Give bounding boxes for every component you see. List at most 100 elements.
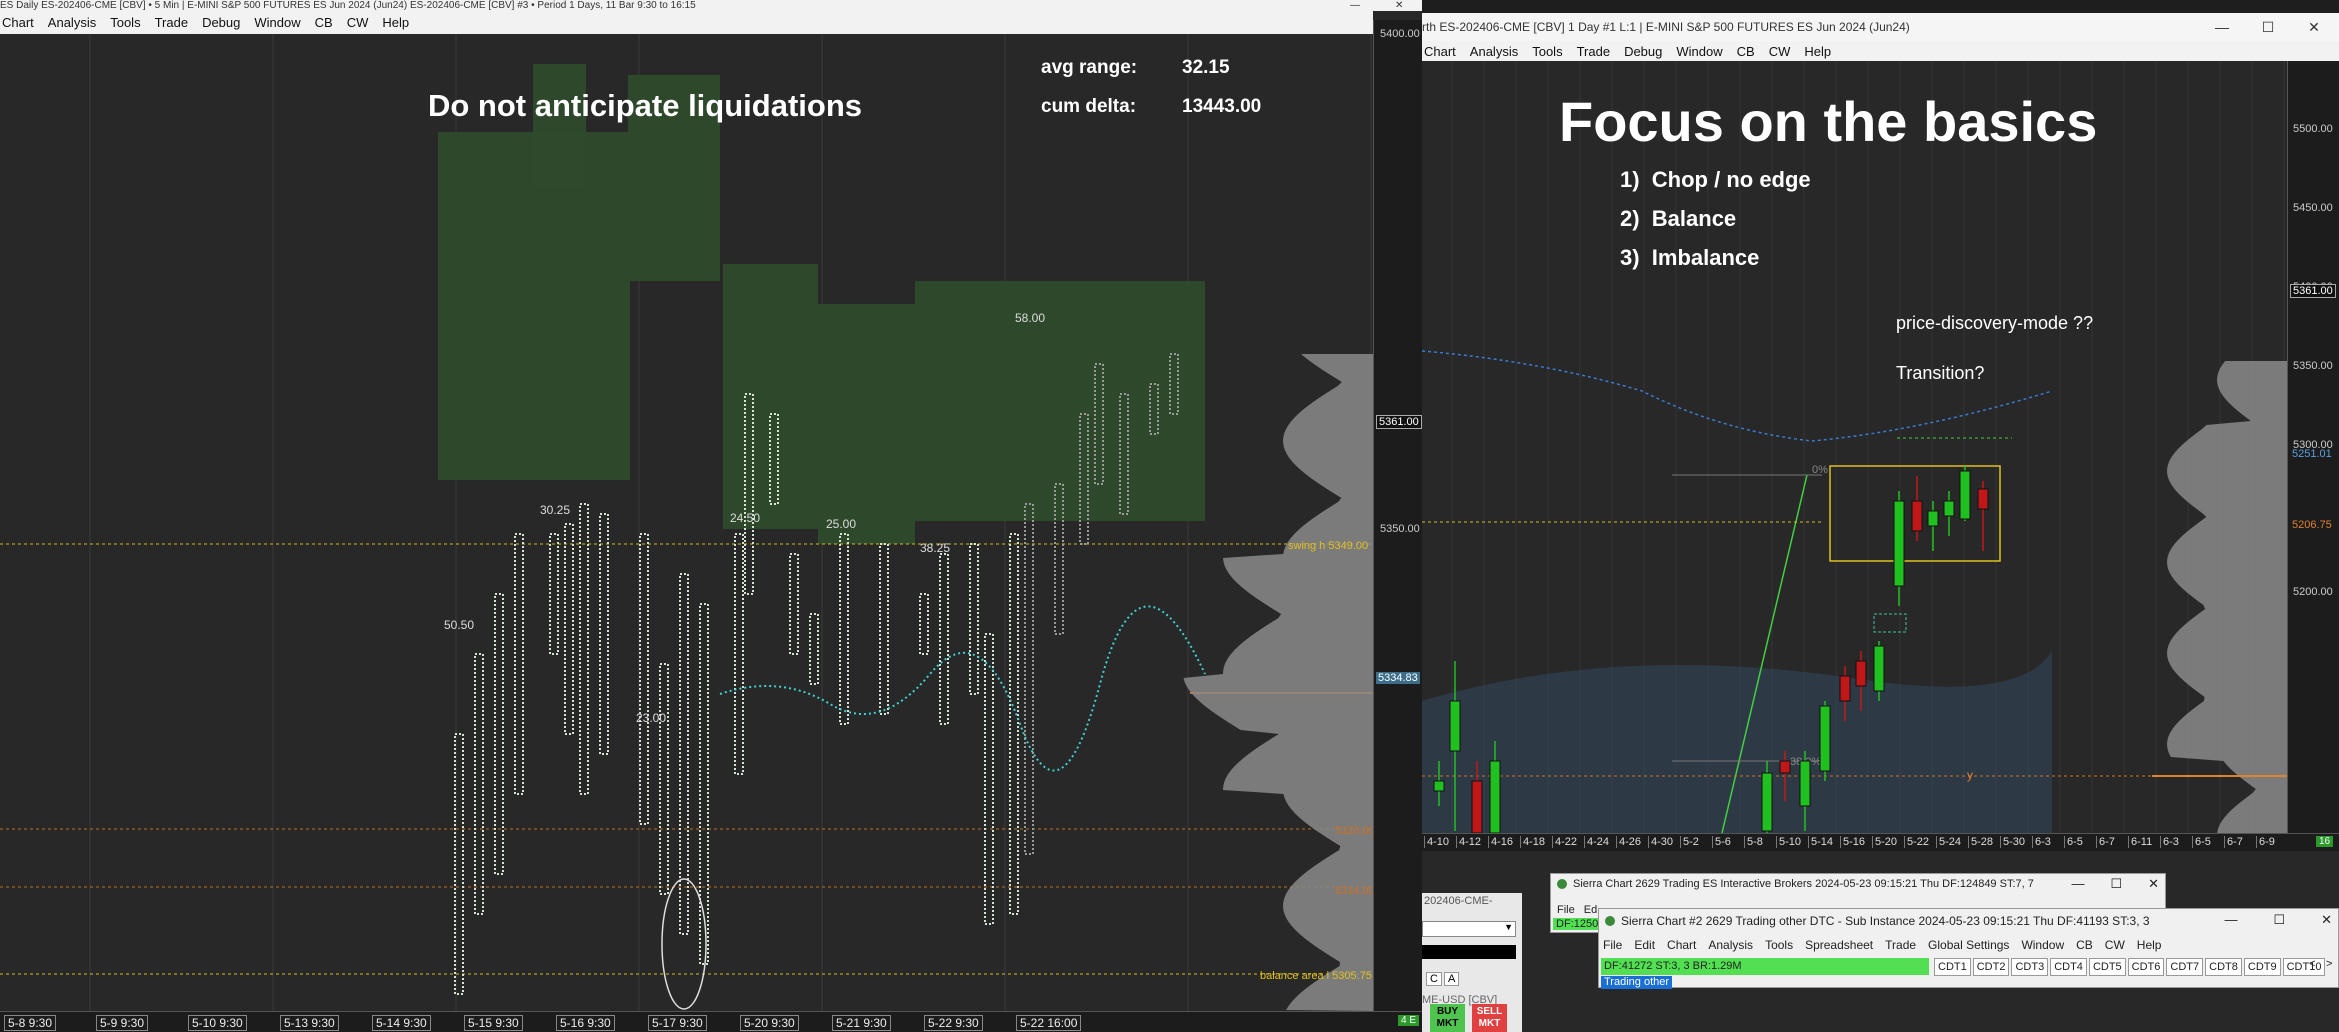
- menu-tools[interactable]: Tools: [1765, 938, 1793, 952]
- range-label: 58.00: [1015, 311, 1045, 325]
- close-icon[interactable]: ✕: [1395, 0, 1403, 11]
- sierra-logo-icon: [1605, 916, 1615, 926]
- left-chart-area[interactable]: 50.50 30.25 23.00 24.50 25.00 38.25 58.00 swing…: [0, 34, 1373, 1011]
- time-tick: 4-18: [1520, 836, 1545, 848]
- balance-zone: [818, 304, 915, 544]
- cdt-button-2[interactable]: CDT2: [1972, 958, 2010, 976]
- c-button[interactable]: C: [1426, 972, 1442, 986]
- cdt-button-3[interactable]: CDT3: [2011, 958, 2049, 976]
- menu-spreadsheet[interactable]: Spreadsheet: [1805, 938, 1873, 952]
- right-price-axis[interactable]: 5500.005450.005400.005350.005300.005200.…: [2287, 61, 2339, 833]
- menu-analysis[interactable]: Analysis: [1470, 44, 1518, 59]
- right-time-axis[interactable]: 4-10 4-12 4-16 4-18 4-22 4-24 4-26 4-30 5-2 5-6 5-…: [1422, 833, 2339, 851]
- menu-trade[interactable]: Trade: [1577, 44, 1610, 59]
- close-icon[interactable]: ✕: [2291, 13, 2337, 41]
- menu-cb[interactable]: CB: [315, 15, 333, 30]
- menu-cb[interactable]: CB: [1737, 44, 1755, 59]
- time-tick: 5-8 9:30: [4, 1015, 57, 1031]
- menu-debug[interactable]: Debug: [1624, 44, 1662, 59]
- candle-body: [1799, 760, 1811, 807]
- cdt-button-10[interactable]: CDT10: [2282, 958, 2326, 976]
- menu-chart[interactable]: Chart: [1667, 938, 1696, 952]
- sub-instance-window: Sierra Chart #2 2629 Trading other DTC -…: [1598, 908, 2339, 989]
- menu-window[interactable]: Window: [254, 15, 300, 30]
- buy-market-button[interactable]: BUY MKT: [1430, 1004, 1465, 1032]
- close-icon[interactable]: ✕: [2148, 876, 2159, 892]
- minimize-icon[interactable]: —: [2071, 876, 2084, 892]
- left-window-title: ES Daily ES-202406-CME [CBV] • 5 Min | E…: [0, 0, 1422, 11]
- maximize-icon[interactable]: ☐: [2273, 912, 2285, 928]
- right-chart-area[interactable]: 0%38.2%y Focus on the basics 1) Chop / n…: [1422, 61, 2287, 833]
- level-label: 5314.00: [1335, 885, 1373, 897]
- range-label: 38.25: [920, 541, 950, 555]
- sell-market-button[interactable]: SELL MKT: [1472, 1004, 1507, 1032]
- menu-chart[interactable]: Chart: [2, 15, 34, 30]
- menu-trade[interactable]: Trade: [155, 15, 188, 30]
- menu-tools[interactable]: Tools: [110, 15, 140, 30]
- close-icon[interactable]: ✕: [2321, 912, 2332, 928]
- time-tick: 5-8: [1744, 836, 1763, 848]
- range-label: 50.50: [444, 618, 474, 632]
- menu-cw[interactable]: CW: [2105, 938, 2125, 952]
- cdt-button-9[interactable]: CDT9: [2243, 958, 2281, 976]
- menu-trade[interactable]: Trade: [1885, 938, 1916, 952]
- menu-help[interactable]: Help: [1804, 44, 1831, 59]
- time-tick: 5-10: [1776, 836, 1801, 848]
- right-window-controls: — ☐ ✕: [2199, 13, 2339, 41]
- cdt-button-4[interactable]: CDT4: [2050, 958, 2087, 976]
- menu-edit[interactable]: Edit: [1634, 938, 1655, 952]
- cdt-button-7[interactable]: CDT7: [2166, 958, 2204, 976]
- price-column: [564, 523, 574, 735]
- menu-file[interactable]: File: [1557, 904, 1575, 916]
- menu-analysis[interactable]: Analysis: [1708, 938, 1753, 952]
- time-tick: 4-22: [1552, 836, 1577, 848]
- maximize-icon[interactable]: ☐: [2110, 876, 2122, 892]
- right-headline: Focus on the basics: [1559, 90, 2098, 153]
- menu-cw[interactable]: CW: [1769, 44, 1791, 59]
- menu-help[interactable]: Help: [2137, 938, 2162, 952]
- menu-debug[interactable]: Debug: [202, 15, 240, 30]
- time-tick: 6-3: [2160, 836, 2179, 848]
- menu-help[interactable]: Help: [382, 15, 409, 30]
- price-column: [879, 543, 889, 715]
- left-time-axis[interactable]: 5-8 9:30 5-9 9:30 5-10 9:30 5-13 9:30 5-14 9…: [0, 1011, 1422, 1032]
- symbol-select[interactable]: ▼: [1422, 921, 1516, 937]
- left-price-axis[interactable]: 5400.00 5350.00 5361.00 5334.83: [1373, 20, 1422, 1011]
- maximize-icon[interactable]: ☐: [2245, 13, 2291, 41]
- nav-next-button[interactable]: >: [2326, 958, 2332, 970]
- price-column: [984, 633, 994, 925]
- menu-file[interactable]: File: [1603, 938, 1622, 952]
- menu-window[interactable]: Window: [1676, 44, 1722, 59]
- cdt-button-row: CDT1 CDT2 CDT3 CDT4 CDT5 CDT6 CDT7 CDT8 CDT9 CDT1…: [1934, 958, 2327, 976]
- time-tick: 5-24: [1936, 836, 1961, 848]
- time-tick: 5-10 9:30: [188, 1015, 247, 1031]
- menu-cw[interactable]: CW: [347, 15, 369, 30]
- cdt-button-5[interactable]: CDT5: [2088, 958, 2126, 976]
- basics-item-3: 3) Imbalance: [1620, 245, 1760, 270]
- cdt-button-1[interactable]: CDT1: [1934, 958, 1971, 976]
- menu-window[interactable]: Window: [2021, 938, 2064, 952]
- menu-global-settings[interactable]: Global Settings: [1928, 938, 2009, 952]
- left-chart-window: ES Daily ES-202406-CME [CBV] • 5 Min | E…: [0, 0, 1422, 1032]
- time-tick: 5-17 9:30: [648, 1015, 707, 1031]
- time-tick: 6-9: [2256, 836, 2275, 848]
- right-corner-badge: 16: [2316, 836, 2334, 847]
- menu-cb[interactable]: CB: [2076, 938, 2093, 952]
- chevron-down-icon: ▼: [1504, 922, 1513, 932]
- cdt-button-6[interactable]: CDT6: [2127, 958, 2165, 976]
- right-menu-bar: Chart Analysis Tools Trade Debug Window CB CW He…: [1422, 41, 2339, 61]
- minimize-icon[interactable]: —: [2224, 912, 2237, 928]
- candle-body: [1927, 510, 1939, 527]
- menu-chart[interactable]: Chart: [1424, 44, 1456, 59]
- menu-analysis[interactable]: Analysis: [48, 15, 96, 30]
- minimize-icon[interactable]: —: [1350, 0, 1360, 11]
- axis-label: 5200.00: [2293, 586, 2333, 598]
- menu-edit[interactable]: Ed: [1584, 904, 1597, 916]
- minimize-icon[interactable]: —: [2199, 13, 2245, 41]
- time-tick: 6-3: [2032, 836, 2051, 848]
- menu-tools[interactable]: Tools: [1532, 44, 1562, 59]
- nav-prev-button[interactable]: <: [2309, 958, 2315, 970]
- a-button[interactable]: A: [1444, 972, 1460, 986]
- time-tick: 5-30: [2000, 836, 2025, 848]
- cdt-button-8[interactable]: CDT8: [2205, 958, 2242, 976]
